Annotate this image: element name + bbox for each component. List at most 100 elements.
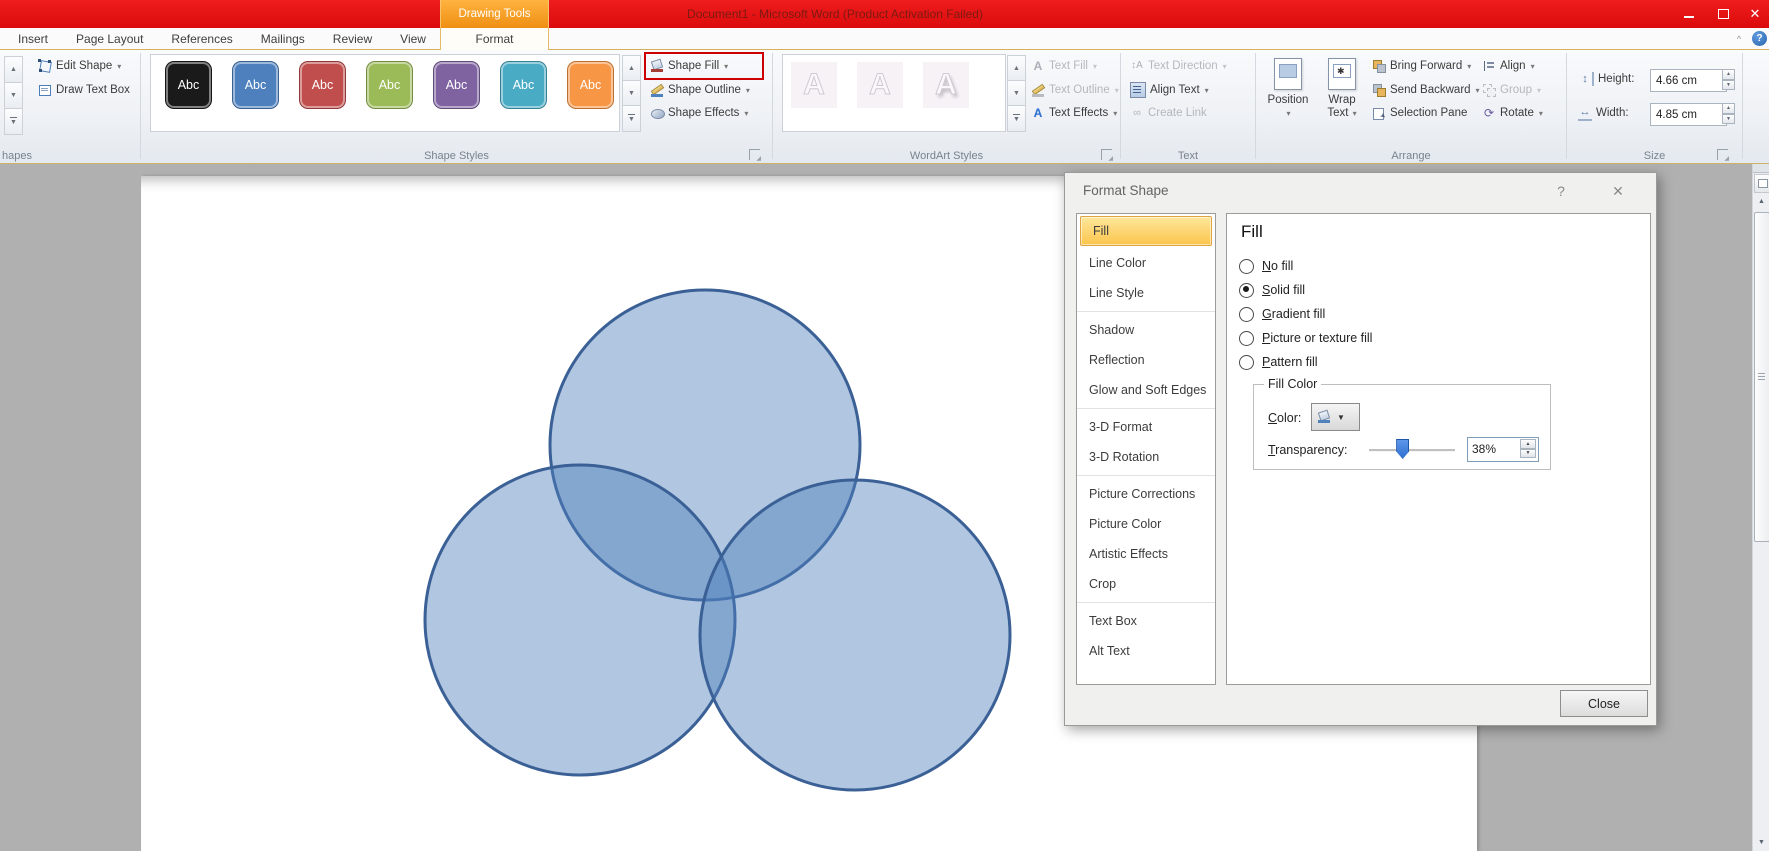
radio-gradient-fill[interactable]: Gradient fill (1239, 302, 1372, 326)
spin-up-icon[interactable]: ▲ (1722, 69, 1735, 80)
tab-format-active[interactable]: Format (440, 28, 549, 50)
gallery-down-icon[interactable]: ▼ (622, 80, 641, 107)
shape-effects-button[interactable]: Shape Effects ▾ (650, 104, 748, 122)
wrap-text-button[interactable]: WrapText ▾ (1318, 56, 1366, 152)
text-effects-button[interactable]: A Text Effects ▾ (1031, 104, 1117, 122)
nav-item-picture-corrections[interactable]: Picture Corrections (1077, 479, 1215, 509)
dialog-close-icon[interactable]: ✕ (1605, 181, 1631, 201)
wordart-style-chip-1[interactable]: A (857, 62, 903, 108)
dialog-launcher-icon[interactable] (749, 149, 760, 160)
shape-style-chip-0[interactable]: Abc (165, 61, 212, 109)
draw-text-box-button[interactable]: Draw Text Box (38, 81, 130, 99)
text-direction-button[interactable]: ↕A Text Direction ▾ (1130, 57, 1227, 75)
shape-width-stepper[interactable]: ▲▼ (1722, 103, 1735, 124)
ruler-toggle-icon[interactable] (1754, 174, 1769, 193)
nav-item-glow-and-soft-edges[interactable]: Glow and Soft Edges (1077, 375, 1215, 405)
spin-down-icon[interactable]: ▼ (1722, 114, 1735, 125)
radio-picture-or-texture-fill[interactable]: Picture or texture fill (1239, 326, 1372, 350)
spin-up-icon[interactable]: ▲ (1722, 103, 1735, 114)
create-link-button[interactable]: ∞ Create Link (1130, 104, 1207, 122)
vertical-scrollbar[interactable]: ▲ ▼ (1752, 164, 1769, 851)
radio-icon[interactable] (1239, 283, 1254, 298)
nav-item-reflection[interactable]: Reflection (1077, 345, 1215, 375)
text-outline-button[interactable]: Text Outline ▾ (1031, 81, 1119, 99)
scroll-up-icon[interactable]: ▲ (1754, 193, 1769, 209)
align-button[interactable]: Align ▾ (1482, 57, 1535, 75)
venn-circle-1[interactable] (425, 465, 735, 775)
rotate-button[interactable]: ⟳ Rotate ▾ (1482, 104, 1543, 122)
text-fill-button[interactable]: A Text Fill ▾ (1031, 57, 1097, 75)
transparency-slider-track[interactable] (1369, 449, 1455, 452)
gallery-up-icon[interactable]: ▲ (622, 55, 641, 82)
group-button[interactable]: Group ▾ (1482, 81, 1541, 99)
scrollbar-split-handle[interactable] (1753, 164, 1769, 173)
transparency-slider-thumb[interactable] (1396, 439, 1409, 459)
send-backward-button[interactable]: Send Backward ▾ (1372, 81, 1480, 99)
scroll-down-icon[interactable]: ▼ (1754, 834, 1769, 850)
nav-item-alt-text[interactable]: Alt Text (1077, 636, 1215, 666)
radio-no-fill[interactable]: No fill (1239, 254, 1372, 278)
close-button[interactable]: ✕ (1742, 5, 1768, 22)
tab-view[interactable]: View (386, 28, 440, 50)
shape-style-chip-3[interactable]: Abc (366, 61, 413, 109)
ribbon-collapse-icon[interactable]: ^ (1731, 31, 1747, 47)
position-button[interactable]: Position▾ (1264, 56, 1312, 152)
transparency-stepper[interactable]: ▲▼ (1520, 439, 1536, 458)
selection-pane-button[interactable]: Selection Pane (1372, 104, 1467, 122)
gallery-down-icon[interactable]: ▼ (1007, 80, 1026, 107)
radio-icon[interactable] (1239, 355, 1254, 370)
gallery-up-icon[interactable]: ▲ (1007, 55, 1026, 82)
gallery-more-icon[interactable]: ▼ (4, 108, 23, 135)
tab-references[interactable]: References (157, 28, 246, 50)
shape-outline-button[interactable]: Shape Outline ▾ (650, 81, 750, 99)
dialog-help-icon[interactable]: ? (1548, 181, 1574, 201)
tab-mailings[interactable]: Mailings (247, 28, 319, 50)
contextual-tab-header[interactable]: Drawing Tools (440, 0, 549, 28)
nav-item-shadow[interactable]: Shadow (1077, 315, 1215, 345)
dialog-launcher-icon[interactable] (1101, 149, 1112, 160)
gallery-up-icon[interactable]: ▲ (4, 56, 23, 83)
radio-icon[interactable] (1239, 307, 1254, 322)
help-icon[interactable]: ? (1752, 31, 1767, 46)
scrollbar-thumb[interactable] (1754, 212, 1769, 542)
edit-shape-button[interactable]: Edit Shape ▾ (38, 57, 121, 75)
shape-height-input[interactable]: 4.66 cm (1650, 69, 1727, 92)
tab-page-layout[interactable]: Page Layout (62, 28, 157, 50)
spin-up-icon[interactable]: ▲ (1520, 439, 1536, 449)
nav-item-fill[interactable]: Fill (1080, 216, 1212, 246)
tab-review[interactable]: Review (319, 28, 386, 50)
nav-item-text-box[interactable]: Text Box (1077, 606, 1215, 636)
nav-item-artistic-effects[interactable]: Artistic Effects (1077, 539, 1215, 569)
nav-item-picture-color[interactable]: Picture Color (1077, 509, 1215, 539)
shape-style-chip-1[interactable]: Abc (232, 61, 279, 109)
wordart-style-chip-0[interactable]: A (791, 62, 837, 108)
transparency-value-box[interactable]: 38% ▲▼ (1467, 437, 1539, 462)
color-picker-button[interactable]: ▼ (1311, 403, 1360, 431)
shape-style-chip-2[interactable]: Abc (299, 61, 346, 109)
spin-down-icon[interactable]: ▼ (1520, 449, 1536, 459)
shape-style-chip-6[interactable]: Abc (567, 61, 614, 109)
shape-height-stepper[interactable]: ▲▼ (1722, 69, 1735, 90)
maximize-button[interactable] (1710, 5, 1736, 22)
gallery-more-icon[interactable]: ▼ (1007, 105, 1026, 132)
shape-width-input[interactable]: 4.85 cm (1650, 103, 1727, 126)
nav-item-3-d-format[interactable]: 3-D Format (1077, 412, 1215, 442)
minimize-button[interactable] (1676, 5, 1702, 22)
spin-down-icon[interactable]: ▼ (1722, 80, 1735, 91)
nav-item-crop[interactable]: Crop (1077, 569, 1215, 599)
wordart-style-chip-2[interactable]: A (923, 62, 969, 108)
radio-solid-fill[interactable]: Solid fill (1239, 278, 1372, 302)
bring-forward-button[interactable]: Bring Forward ▾ (1372, 57, 1471, 75)
tab-insert[interactable]: Insert (4, 28, 62, 50)
radio-icon[interactable] (1239, 259, 1254, 274)
radio-icon[interactable] (1239, 331, 1254, 346)
shape-style-chip-4[interactable]: Abc (433, 61, 480, 109)
nav-item-line-color[interactable]: Line Color (1077, 248, 1215, 278)
gallery-more-icon[interactable]: ▼ (622, 105, 641, 132)
gallery-down-icon[interactable]: ▼ (4, 82, 23, 109)
shape-style-chip-5[interactable]: Abc (500, 61, 547, 109)
nav-item-line-style[interactable]: Line Style (1077, 278, 1215, 308)
align-text-button[interactable]: Align Text ▾ (1130, 81, 1209, 99)
radio-pattern-fill[interactable]: Pattern fill (1239, 350, 1372, 374)
close-button[interactable]: Close (1560, 690, 1648, 717)
